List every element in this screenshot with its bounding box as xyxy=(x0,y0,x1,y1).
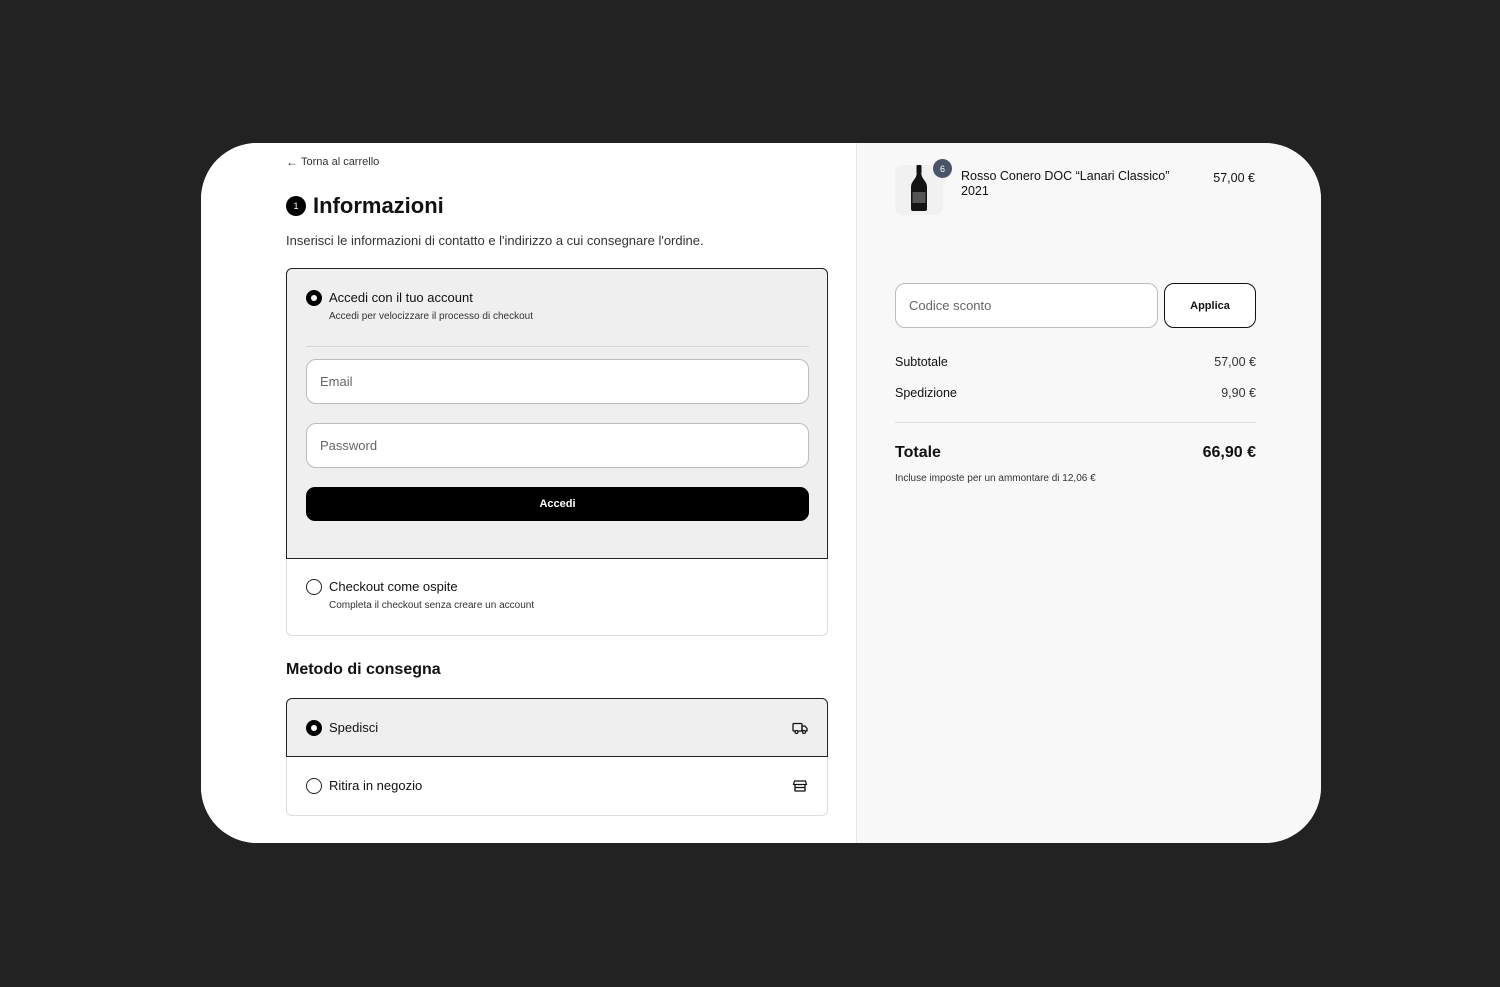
checkout-window: ← Torna al carrello 1 Informazioni Inser… xyxy=(201,143,1321,843)
login-option-title: Accedi con il tuo account xyxy=(329,290,473,305)
login-button[interactable]: Accedi xyxy=(306,487,809,521)
guest-radio[interactable] xyxy=(306,579,322,595)
cart-line-item: 6 Rosso Conero DOC “Lanari Classico” 202… xyxy=(895,159,1255,217)
total-row: Totale 66,90 € xyxy=(895,444,1256,462)
login-option-text: Accedi con il tuo account Accedi per vel… xyxy=(329,290,533,322)
apply-discount-button[interactable]: Applica xyxy=(1164,283,1256,328)
store-icon xyxy=(792,778,808,794)
total-value: 66,90 € xyxy=(1202,444,1256,461)
shipping-row: Spedizione 9,90 € xyxy=(895,386,1256,400)
discount-code-input[interactable] xyxy=(909,298,1157,313)
email-field[interactable] xyxy=(306,359,809,404)
password-field[interactable] xyxy=(306,423,809,468)
delivery-option-pickup-label-group: Ritira in negozio xyxy=(306,778,422,794)
guest-option-title: Checkout come ospite xyxy=(329,579,458,594)
delivery-method-title: Metodo di consegna xyxy=(286,661,441,678)
guest-option[interactable]: Checkout come ospite Completa il checkou… xyxy=(306,579,534,611)
page-title: Informazioni xyxy=(313,193,444,218)
guest-option-description: Completa il checkout senza creare un acc… xyxy=(329,600,535,611)
arrow-left-icon: ← xyxy=(286,155,298,169)
checkout-form-panel: ← Torna al carrello 1 Informazioni Inser… xyxy=(201,143,856,843)
login-option[interactable]: Accedi con il tuo account Accedi per vel… xyxy=(306,290,533,322)
shipping-value: 9,90 € xyxy=(1221,386,1256,400)
login-option-description: Accedi per velocizzare il processo di ch… xyxy=(329,311,533,322)
step-number-badge: 1 xyxy=(286,196,306,216)
pickup-radio[interactable] xyxy=(306,778,322,794)
tax-note: Incluse imposte per un ammontare di 12,0… xyxy=(895,473,1096,484)
product-name: Rosso Conero DOC “Lanari Classico” 2021 xyxy=(961,169,1170,198)
guest-option-panel: Checkout come ospite Completa il checkou… xyxy=(286,559,828,636)
order-summary-panel: 6 Rosso Conero DOC “Lanari Classico” 202… xyxy=(856,143,1321,843)
login-option-panel: Accedi con il tuo account Accedi per vel… xyxy=(286,268,828,559)
login-radio[interactable] xyxy=(306,290,322,306)
section-heading: 1 Informazioni xyxy=(286,193,444,219)
shipping-label: Spedizione xyxy=(895,386,957,400)
delivery-option-label: Ritira in negozio xyxy=(329,778,423,793)
guest-option-text: Checkout come ospite Completa il checkou… xyxy=(329,579,534,611)
login-divider xyxy=(306,346,809,347)
total-label: Totale xyxy=(895,444,941,461)
delivery-option-pickup[interactable]: Ritira in negozio xyxy=(286,757,828,816)
email-input[interactable] xyxy=(320,374,808,389)
ship-radio[interactable] xyxy=(306,719,322,736)
wine-bottle-icon xyxy=(908,164,930,217)
back-to-cart-link[interactable]: ← Torna al carrello xyxy=(286,155,379,169)
delivery-option-ship-label-group: Spedisci xyxy=(306,719,379,736)
back-link-label: Torna al carrello xyxy=(301,156,380,168)
discount-code-field[interactable] xyxy=(895,283,1158,328)
page-subtitle: Inserisci le informazioni di contatto e … xyxy=(286,233,704,248)
delivery-option-ship[interactable]: Spedisci xyxy=(286,698,828,757)
password-input[interactable] xyxy=(320,438,808,453)
truck-icon xyxy=(792,720,808,736)
quantity-badge: 6 xyxy=(933,159,952,178)
subtotal-value: 57,00 € xyxy=(1214,355,1256,369)
product-price: 57,00 € xyxy=(1213,171,1255,185)
subtotal-row: Subtotale 57,00 € xyxy=(895,355,1256,369)
summary-divider xyxy=(895,422,1256,423)
subtotal-label: Subtotale xyxy=(895,355,948,369)
delivery-option-label: Spedisci xyxy=(329,719,379,735)
